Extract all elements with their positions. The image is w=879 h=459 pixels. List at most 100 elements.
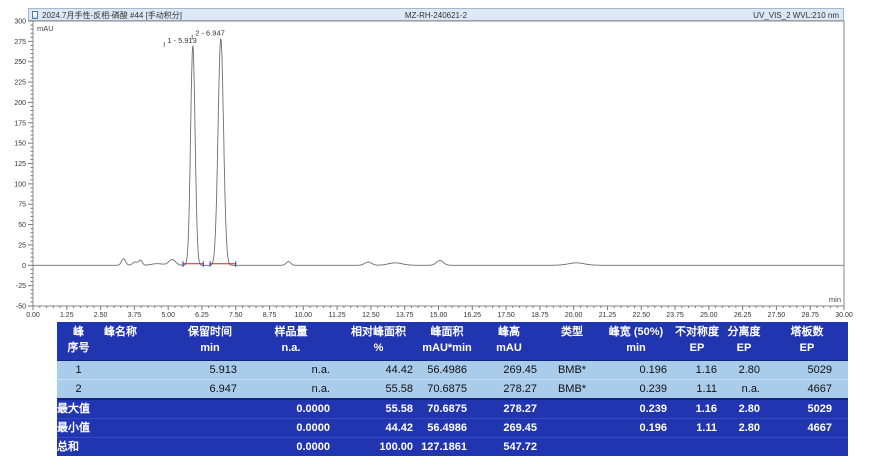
- x-axis-tick-label: 13.75: [396, 312, 414, 319]
- cell-relative-area: 55.58: [337, 380, 420, 400]
- column-header-peak-number: 峰序号: [57, 322, 100, 361]
- cell-type: [544, 399, 600, 419]
- chromatography-report-view: 2024.7月手性-反相-磷酸 #44 [手动积分] MZ-RH-240621-…: [0, 0, 879, 459]
- cell-resolution: 2.80: [722, 419, 766, 438]
- cell-resolution: 2.80: [722, 399, 766, 419]
- cell-amount: 0.0000: [245, 399, 337, 419]
- x-axis-tick-label: 20.00: [565, 312, 583, 319]
- axes-layer: 0.001.252.503.755.006.257.508.7510.0011.…: [14, 19, 853, 320]
- cell-height: 269.45: [474, 419, 544, 438]
- peak-row[interactable]: 15.913n.a.44.4256.4986269.45BMB*0.1961.1…: [57, 361, 848, 380]
- y-axis-tick-label: 300: [14, 19, 26, 26]
- y-axis-tick-label: 275: [14, 39, 26, 46]
- cell-width-50: 0.239: [600, 380, 672, 400]
- y-axis-tick-label: 200: [14, 100, 26, 107]
- x-axis-tick-label: 3.75: [128, 312, 142, 319]
- y-axis-tick-label: -50: [16, 304, 26, 311]
- x-axis-tick-label: 0.00: [26, 312, 40, 319]
- y-axis-tick-label: 125: [14, 161, 26, 168]
- cell-plates: 5029: [766, 361, 848, 380]
- cell-asymmetry: [672, 438, 722, 457]
- x-axis-tick-label: 25.00: [700, 312, 718, 319]
- cell-asymmetry: 1.16: [672, 399, 722, 419]
- integration-results-table: 峰序号峰名称保留时间min样品量n.a.相对峰面积%峰面积mAU*min峰高mA…: [57, 322, 848, 456]
- x-axis-unit-label: min: [829, 295, 841, 304]
- y-axis-tick-label: 250: [14, 59, 26, 66]
- x-axis-tick-label: 22.50: [632, 312, 650, 319]
- cell-asymmetry: 1.16: [672, 361, 722, 380]
- peak-row[interactable]: 26.947n.a.55.5870.6875278.27BMB*0.2391.1…: [57, 380, 848, 400]
- cell-plates: [766, 438, 848, 457]
- cell-width-50: 0.196: [600, 419, 672, 438]
- cell-area: 127.1861: [420, 438, 474, 457]
- cell-width-50: 0.196: [600, 361, 672, 380]
- cell-amount: 0.0000: [245, 438, 337, 457]
- cell-peak-number: 2: [57, 380, 100, 400]
- x-axis-tick-label: 15.00: [430, 312, 448, 319]
- chromatogram-trace: [33, 39, 844, 265]
- cell-relative-area: 55.58: [337, 399, 420, 419]
- cell-asymmetry: 1.11: [672, 380, 722, 400]
- cell-asymmetry: 1.11: [672, 419, 722, 438]
- cell-amount: n.a.: [245, 361, 337, 380]
- cell-height: 278.27: [474, 399, 544, 419]
- cell-area: 70.6875: [420, 399, 474, 419]
- cell-height: 269.45: [474, 361, 544, 380]
- cell-retention-time: 5.913: [175, 361, 245, 380]
- cell-resolution: n.a.: [722, 380, 766, 400]
- column-header-area: 峰面积mAU*min: [420, 322, 474, 361]
- column-header-amount: 样品量n.a.: [245, 322, 337, 361]
- y-axis-tick-label: -25: [16, 283, 26, 290]
- cell-relative-area: 44.42: [337, 419, 420, 438]
- x-axis-tick-label: 17.50: [497, 312, 515, 319]
- y-axis-tick-label: 175: [14, 120, 26, 127]
- cell-type: [544, 419, 600, 438]
- cell-amount: n.a.: [245, 380, 337, 400]
- summary-row-max: 最大值0.000055.5870.6875278.270.2391.162.80…: [57, 399, 848, 419]
- cell-type: BMB*: [544, 380, 600, 400]
- cell-peak-name: [100, 361, 175, 380]
- x-axis-tick-label: 30.00: [835, 312, 853, 319]
- x-axis-tick-label: 5.00: [161, 312, 175, 319]
- cell-area: 70.6875: [420, 380, 474, 400]
- x-axis-tick-label: 10.00: [295, 312, 313, 319]
- y-axis-tick-label: 150: [14, 141, 26, 148]
- summary-label: 总和: [57, 438, 175, 457]
- cell-amount: 0.0000: [245, 419, 337, 438]
- column-header-peak-name: 峰名称: [100, 322, 175, 361]
- y-axis-tick-label: 75: [18, 202, 26, 209]
- y-axis-tick-label: 0: [22, 263, 26, 270]
- cell-retention-time: [175, 438, 245, 457]
- x-axis-tick-label: 12.50: [362, 312, 380, 319]
- y-axis-unit-label: mAU: [37, 24, 54, 33]
- trace-layer: [33, 39, 844, 267]
- summary-row-min: 最小值 0.000044.4256.4986269.45 0.1961.112.80…: [57, 419, 848, 438]
- column-header-type: 类型: [544, 322, 600, 361]
- x-axis-tick-label: 16.25: [464, 312, 482, 319]
- summary-label: 最大值: [57, 399, 175, 419]
- y-axis-tick-label: 25: [18, 242, 26, 249]
- plot-border: [33, 21, 844, 306]
- cell-plates: 4667: [766, 380, 848, 400]
- cell-height: 547.72: [474, 438, 544, 457]
- x-axis-tick-label: 21.25: [599, 312, 617, 319]
- x-axis-tick-label: 18.75: [531, 312, 549, 319]
- cell-retention-time: [175, 399, 245, 419]
- table-header-row: 峰序号峰名称保留时间min样品量n.a.相对峰面积%峰面积mAU*min峰高mA…: [57, 322, 848, 361]
- column-header-plates: 塔板数EP: [766, 322, 848, 361]
- x-axis-tick-label: 23.75: [666, 312, 684, 319]
- cell-type: BMB*: [544, 361, 600, 380]
- x-axis-tick-label: 7.50: [229, 312, 243, 319]
- x-axis-tick-label: 6.25: [195, 312, 209, 319]
- cell-relative-area: 100.00: [337, 438, 420, 457]
- y-axis-tick-label: 50: [18, 222, 26, 229]
- column-header-relative-area: 相对峰面积%: [337, 322, 420, 361]
- peak-label: 2 - 6.947: [195, 29, 225, 38]
- chromatogram-plot[interactable]: mAU min 0.001.252.503.755.006.257.508.75…: [0, 0, 879, 320]
- x-axis-tick-label: 1.25: [60, 312, 74, 319]
- cell-retention-time: 6.947: [175, 380, 245, 400]
- summary-label: 最小值: [57, 419, 175, 438]
- cell-width-50: [600, 438, 672, 457]
- cell-area: 56.4986: [420, 419, 474, 438]
- column-header-asymmetry: 不对称度EP: [672, 322, 722, 361]
